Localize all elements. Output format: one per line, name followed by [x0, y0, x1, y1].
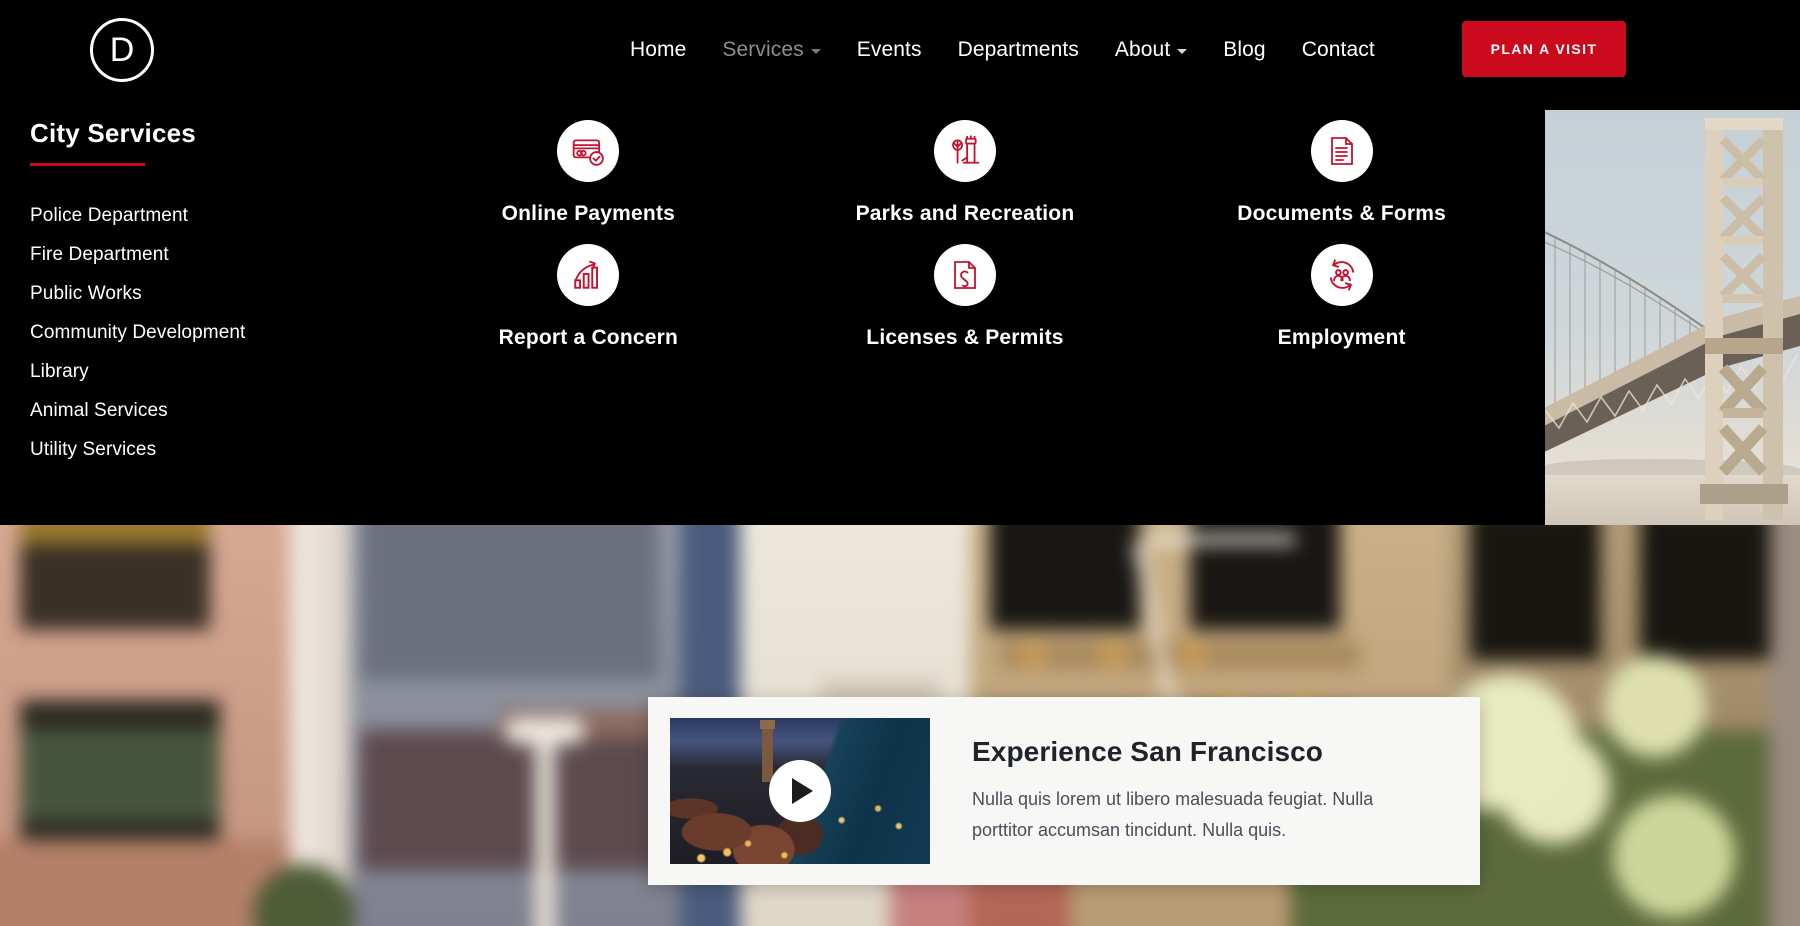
tile-label: Licenses & Permits [866, 326, 1064, 349]
tile-label: Parks and Recreation [855, 202, 1075, 225]
nav-item-events[interactable]: Events [839, 38, 940, 62]
sidebar-item-community-development[interactable]: Community Development [30, 313, 390, 352]
service-tile-parks-and-recreation[interactable]: Parks and Recreation [800, 120, 1130, 226]
divi-circle-logo[interactable]: D [90, 18, 154, 82]
chevron-down-icon [810, 49, 821, 54]
nav-label: Events [856, 38, 922, 61]
video-thumbnail[interactable] [670, 718, 930, 864]
nav-item-services[interactable]: Services [704, 38, 838, 62]
chevron-down-icon [1177, 49, 1188, 54]
service-tile-online-payments[interactable]: Online Payments [423, 120, 753, 226]
services-mega-menu: City Services Police Department Fire Dep… [0, 100, 1800, 525]
nav-label: Departments [957, 38, 1079, 61]
playground-tree-icon [933, 120, 996, 182]
document-signature-icon [933, 244, 996, 306]
nav-item-about[interactable]: About [1097, 38, 1205, 62]
nav-label: Home [630, 38, 687, 61]
tile-label: Documents & Forms [1237, 202, 1447, 225]
nav-item-home[interactable]: Home [612, 38, 704, 62]
nav-label: Contact [1301, 38, 1375, 61]
bay-bridge-photo [1545, 110, 1800, 525]
bar-chart-arrow-icon [557, 244, 620, 306]
tile-label: Report a Concern [498, 326, 679, 349]
video-card-title: Experience San Francisco [972, 736, 1324, 768]
service-tile-grid: Online Payments Parks and Recreation Doc… [400, 120, 1530, 350]
tile-label: Employment [1277, 326, 1406, 349]
top-navigation-bar: D Home Services Events Departments About… [0, 0, 1800, 100]
sidebar-title: City Services [30, 118, 196, 148]
nav-item-departments[interactable]: Departments [940, 38, 1097, 62]
video-card-text: Experience San Francisco Nulla quis lore… [930, 736, 1432, 846]
sidebar-accent-rule [30, 163, 145, 166]
sidebar-item-fire-department[interactable]: Fire Department [30, 235, 390, 274]
mega-menu-sidebar: City Services Police Department Fire Dep… [30, 118, 390, 469]
nav-label: Blog [1223, 38, 1266, 61]
tile-label: Online Payments [501, 202, 676, 225]
sidebar-item-public-works[interactable]: Public Works [30, 274, 390, 313]
video-feature-card: Experience San Francisco Nulla quis lore… [648, 697, 1480, 885]
video-card-body: Nulla quis lorem ut libero malesuada feu… [972, 789, 1374, 840]
logo-letter: D [109, 31, 135, 69]
sidebar-item-library[interactable]: Library [30, 352, 390, 391]
bridge-cables [1545, 118, 1800, 520]
credit-card-check-icon [557, 120, 620, 182]
service-tile-licenses-and-permits[interactable]: Licenses & Permits [800, 244, 1130, 350]
play-triangle-shape [792, 778, 813, 804]
nav-item-blog[interactable]: Blog [1205, 38, 1283, 62]
service-tile-report-a-concern[interactable]: Report a Concern [423, 244, 753, 350]
service-tile-employment[interactable]: Employment [1177, 244, 1507, 350]
nav-label: About [1114, 38, 1171, 61]
nav-item-contact[interactable]: Contact [1284, 38, 1393, 62]
document-lines-icon [1310, 120, 1373, 182]
primary-nav: Home Services Events Departments About B… [612, 0, 1393, 100]
plan-a-visit-button[interactable]: PLAN A VISIT [1462, 21, 1626, 77]
sidebar-item-police-department[interactable]: Police Department [30, 196, 390, 235]
service-tile-documents-and-forms[interactable]: Documents & Forms [1177, 120, 1507, 226]
sidebar-item-animal-services[interactable]: Animal Services [30, 391, 390, 430]
play-triangle-icon[interactable] [769, 760, 831, 822]
nav-label: Services [722, 38, 804, 61]
sidebar-item-utility-services[interactable]: Utility Services [30, 430, 390, 469]
people-cycle-icon [1310, 244, 1373, 306]
